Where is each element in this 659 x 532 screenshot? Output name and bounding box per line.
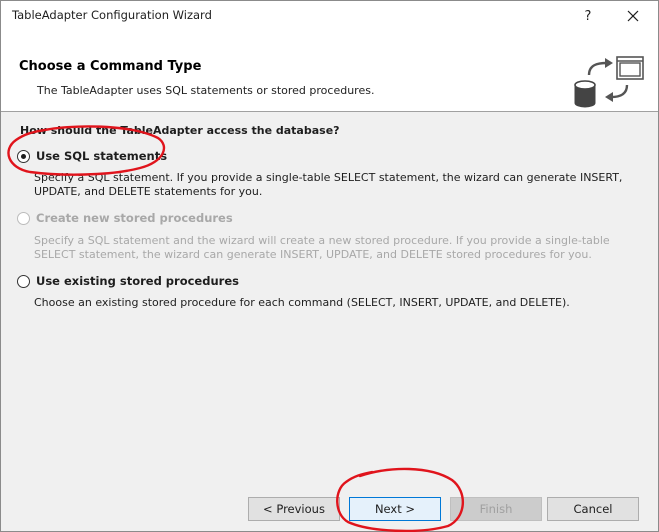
wizard-header: Choose a Command Type The TableAdapter u… [1, 31, 658, 111]
create-procedures-label: Create new stored procedures [36, 211, 233, 225]
finish-button: Finish [450, 497, 542, 521]
option-create-stored-procedures: Create new stored procedures [17, 211, 233, 225]
close-icon [627, 10, 639, 22]
option-use-sql-statements[interactable]: Use SQL statements [17, 149, 167, 163]
cancel-button[interactable]: Cancel [547, 497, 639, 521]
window-title: TableAdapter Configuration Wizard [12, 8, 212, 22]
create-procedures-radio [17, 211, 30, 225]
previous-button[interactable]: < Previous [248, 497, 340, 521]
sql-statements-label: Use SQL statements [36, 149, 168, 163]
sql-statements-description: Specify a SQL statement. If you provide … [34, 171, 623, 198]
wizard-window: TableAdapter Configuration Wizard ? Choo… [0, 0, 659, 532]
existing-procedures-label: Use existing stored procedures [36, 274, 239, 288]
button-bar: < Previous Next > Finish Cancel [1, 487, 658, 531]
existing-procedures-radio[interactable] [17, 274, 30, 288]
create-procedures-description: Specify a SQL statement and the wizard w… [34, 234, 610, 261]
option-use-existing-procedures[interactable]: Use existing stored procedures [17, 274, 239, 288]
help-button[interactable]: ? [575, 5, 601, 27]
options-panel: How should the TableAdapter access the d… [1, 112, 658, 487]
page-title: Choose a Command Type [19, 59, 202, 74]
page-description: The TableAdapter uses SQL statements or … [37, 84, 375, 97]
database-command-icon [574, 56, 644, 108]
title-bar: TableAdapter Configuration Wizard ? [1, 1, 658, 31]
close-button[interactable] [620, 5, 646, 27]
next-button[interactable]: Next > [349, 497, 441, 521]
existing-procedures-description: Choose an existing stored procedure for … [34, 296, 570, 309]
sql-statements-radio[interactable] [17, 149, 30, 163]
question-label: How should the TableAdapter access the d… [20, 124, 340, 137]
